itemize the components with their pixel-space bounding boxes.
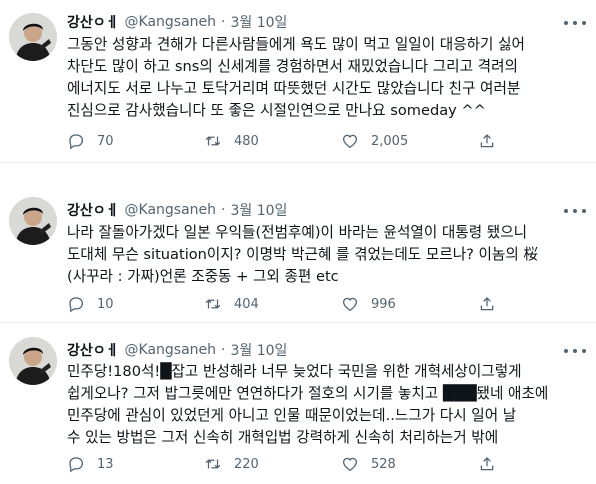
tweet-line: 도대체 무슨 situation이지? 이명박 박근혜 를 겪었는데도 모르나?… — [67, 246, 539, 263]
tweet-header: 강산ㅇㅔ @Kangsaneh · 3월 10일 — [67, 200, 287, 220]
tweet[interactable]: 강산ㅇㅔ @Kangsaneh · 3월 10일 나라 잘돌아가겠다 일본 우익… — [0, 163, 596, 322]
author-handle[interactable]: @Kangsaneh — [125, 14, 217, 30]
like-button[interactable]: 996 — [341, 295, 478, 313]
tweet-actions: 70 480 2,005 — [67, 131, 567, 151]
tweet-actions: 13 220 528 — [67, 454, 567, 474]
separator-dot: · — [221, 202, 226, 218]
retweet-count: 404 — [234, 296, 259, 312]
reply-count: 10 — [97, 296, 114, 312]
author-name[interactable]: 강산ㅇㅔ — [67, 200, 119, 220]
tweet-date[interactable]: 3월 10일 — [231, 340, 288, 360]
tweet-text: 그동안 성향과 견해가 다른사람들에게 욕도 많이 먹고 일일이 대응하기 싫어… — [67, 34, 587, 122]
tweet-date[interactable]: 3월 10일 — [231, 12, 288, 32]
tweet-header: 강산ㅇㅔ @Kangsaneh · 3월 10일 — [67, 12, 287, 32]
author-handle[interactable]: @Kangsaneh — [125, 342, 217, 358]
tweet-line: 나라 잘돌아가겠다 일본 우익들(전범후예)이 바라는 윤석열이 대통령 됐으니 — [67, 224, 528, 241]
tweet-actions: 10 404 996 — [67, 294, 567, 314]
more-icon[interactable] — [564, 201, 586, 221]
share-button[interactable] — [478, 295, 508, 313]
retweet-count: 220 — [234, 456, 259, 472]
tweet-line: 수 있는 방법은 그저 신속히 개혁입법 강력하게 신속히 처리하는거 밖에 — [67, 429, 499, 446]
tweet-date[interactable]: 3월 10일 — [231, 200, 288, 220]
share-button[interactable] — [478, 132, 508, 150]
separator-dot: · — [221, 342, 226, 358]
avatar[interactable] — [9, 197, 57, 245]
tweet-line: 민주당에 관심이 있었던게 아니고 인물 때문이었는데..느그가 다시 일어 날 — [67, 407, 517, 424]
reply-icon — [69, 134, 84, 150]
avatar[interactable] — [9, 337, 57, 385]
share-icon — [480, 134, 494, 148]
like-icon — [342, 457, 358, 472]
tweet-line: 에너지도 서로 나누고 토닥거리며 따뜻했던 시간도 많았습니다 친구 여러분 — [67, 80, 521, 97]
author-handle[interactable]: @Kangsaneh — [125, 202, 217, 218]
reply-icon — [69, 297, 84, 313]
tweet[interactable]: 강산ㅇㅔ @Kangsaneh · 3월 10일 민주당!180석!█잡고 반성… — [0, 323, 596, 484]
retweet-button[interactable]: 404 — [204, 295, 341, 313]
like-count: 528 — [371, 456, 396, 472]
like-icon — [342, 134, 358, 149]
like-count: 996 — [371, 296, 396, 312]
author-name[interactable]: 강산ㅇㅔ — [67, 12, 119, 32]
reply-count: 70 — [97, 133, 114, 149]
tweet-text: 민주당!180석!█잡고 반성해라 너무 늦었다 국민을 위한 개혁세상이그렇게… — [67, 361, 587, 449]
reply-count: 13 — [97, 456, 114, 472]
avatar-photo — [9, 13, 57, 61]
like-count: 2,005 — [371, 133, 409, 149]
retweet-icon — [205, 459, 221, 469]
separator-dot: · — [221, 14, 226, 30]
share-icon — [480, 297, 494, 311]
author-name[interactable]: 강산ㅇㅔ — [67, 340, 119, 360]
reply-button[interactable]: 70 — [67, 132, 204, 150]
avatar[interactable] — [9, 13, 57, 61]
like-icon — [342, 297, 358, 312]
avatar-photo — [9, 197, 57, 245]
avatar-photo — [9, 337, 57, 385]
tweet-line: (사꾸라 : 가짜)언론 조중동 + 그외 종편 etc — [67, 268, 339, 285]
more-icon[interactable] — [564, 341, 586, 361]
share-button[interactable] — [478, 455, 508, 473]
retweet-button[interactable]: 480 — [204, 132, 341, 150]
like-button[interactable]: 2,005 — [341, 132, 478, 150]
tweet-line: 쉽게오나? 그저 밥그릇에만 연연하다가 절호의 시기를 놓치고 ███됐네 애… — [67, 385, 549, 402]
more-icon[interactable] — [564, 13, 586, 33]
tweet-text: 나라 잘돌아가겠다 일본 우익들(전범후예)이 바라는 윤석열이 대통령 됐으니… — [67, 222, 587, 288]
tweet-line: 그동안 성향과 견해가 다른사람들에게 욕도 많이 먹고 일일이 대응하기 싫어 — [67, 36, 525, 53]
retweet-count: 480 — [234, 133, 259, 149]
tweet-line: 차단도 많이 하고 sns의 신세계를 경험하면서 재밌었습니다 그리고 격려의 — [67, 58, 518, 75]
tweet-header: 강산ㅇㅔ @Kangsaneh · 3월 10일 — [67, 340, 287, 360]
share-icon — [480, 457, 494, 471]
retweet-icon — [205, 299, 221, 309]
tweet[interactable]: 강산ㅇㅔ @Kangsaneh · 3월 10일 그동안 성향과 견해가 다른사… — [0, 0, 596, 162]
tweet-line: 진심으로 감사했습니다 또 좋은 시절인연으로 만나요 someday ^^ — [67, 102, 486, 119]
retweet-button[interactable]: 220 — [204, 455, 341, 473]
reply-icon — [69, 457, 84, 473]
reply-button[interactable]: 13 — [67, 455, 204, 473]
reply-button[interactable]: 10 — [67, 295, 204, 313]
tweet-line: 민주당!180석!█잡고 반성해라 너무 늦었다 국민을 위한 개혁세상이그렇게 — [67, 363, 522, 380]
like-button[interactable]: 528 — [341, 455, 478, 473]
retweet-icon — [205, 136, 221, 146]
